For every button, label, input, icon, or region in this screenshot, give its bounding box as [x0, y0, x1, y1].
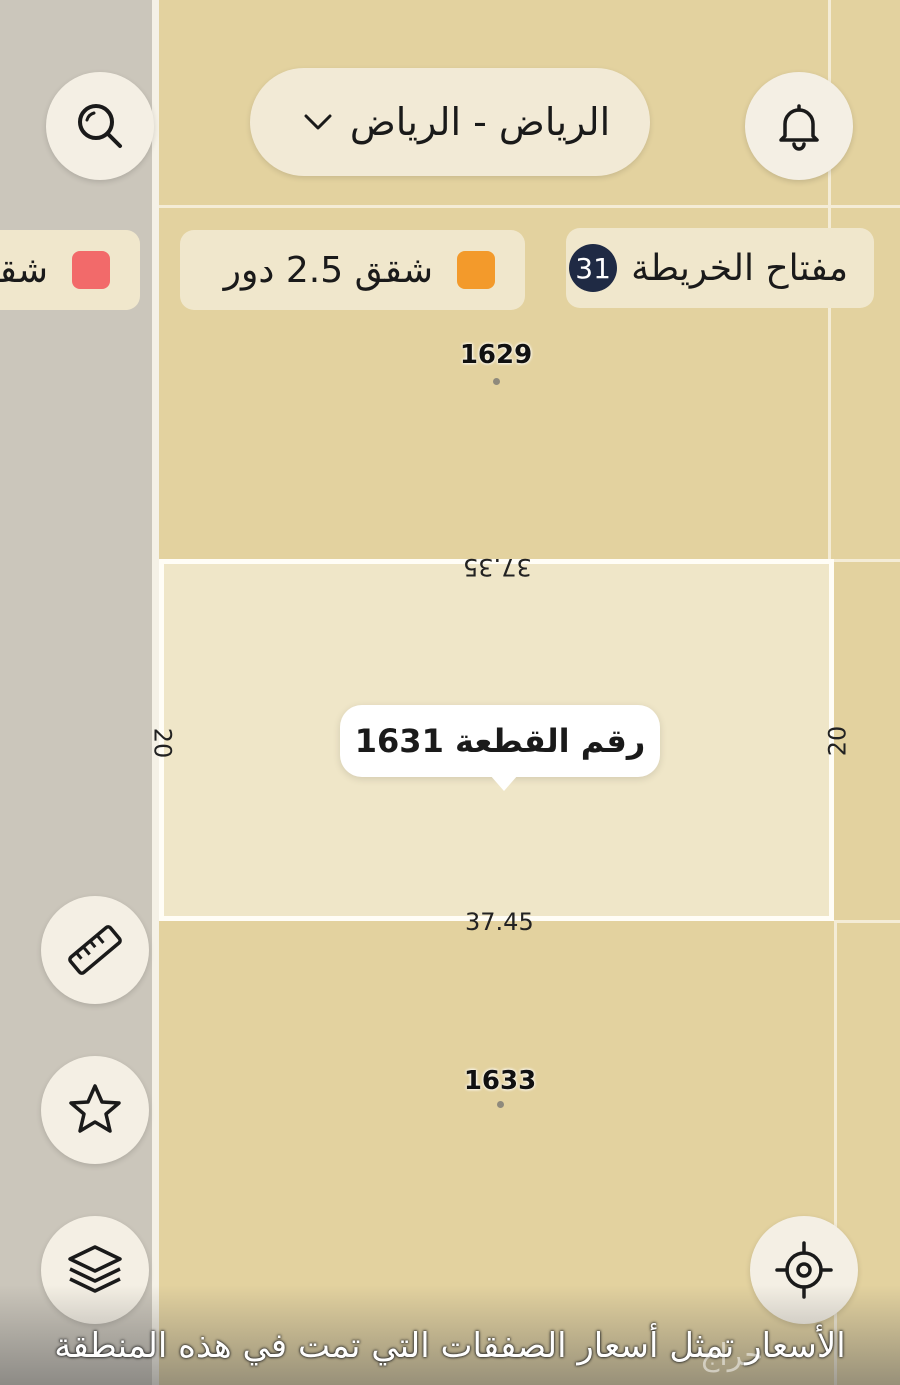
legend-swatch-red [72, 251, 110, 289]
chevron-down-icon [304, 114, 332, 130]
dimension-left: 20 [148, 727, 177, 759]
plot-centroid-dot [493, 378, 500, 385]
location-label: الرياض - الرياض [349, 100, 611, 144]
ruler-icon [68, 925, 122, 975]
search-icon [78, 104, 122, 148]
parcel-boundary [834, 920, 900, 923]
legend-chip-apartments-2-5[interactable]: شقق 2.5 دور [180, 230, 525, 310]
plot-number-label[interactable]: 1629 [460, 340, 532, 370]
parcel-boundary [834, 559, 900, 562]
dimension-right: 20 [823, 725, 852, 757]
bell-icon [779, 104, 819, 151]
dimension-top: 37.35 [463, 553, 532, 581]
map-key-count-badge: 31 [569, 244, 618, 292]
dimension-bottom: 37.45 [465, 908, 534, 936]
legend-chip-apartments[interactable]: شقق [0, 230, 140, 310]
legend-chip-label: شقق [0, 249, 48, 291]
plot-tooltip[interactable]: رقم القطعة 1631 [340, 705, 660, 777]
road-strip [0, 0, 158, 1385]
legend-swatch-orange [457, 251, 495, 289]
map-canvas[interactable]: 1629 1633 37.35 37.45 20 20 رقم القطعة 1… [0, 0, 900, 1385]
map-key-label: مفتاح الخريطة [631, 247, 848, 289]
plot-tooltip-text: رقم القطعة 1631 [354, 722, 646, 760]
parcel-boundary [159, 205, 900, 208]
search-button[interactable] [46, 72, 154, 180]
legend-chip-label: شقق 2.5 دور [223, 249, 433, 291]
plot-centroid-dot [497, 1101, 504, 1108]
map-key-chip[interactable]: مفتاح الخريطة 31 [566, 228, 874, 308]
road-edge [152, 0, 159, 1385]
location-selector[interactable]: الرياض - الرياض [250, 68, 650, 176]
favorites-button[interactable] [41, 1056, 149, 1164]
info-banner-text: الأسعار تمثل أسعار الصفقات التي تمت في ه… [54, 1326, 846, 1366]
plot-tooltip-tail [490, 775, 518, 791]
plot-number-label[interactable]: 1633 [464, 1066, 536, 1096]
measure-button[interactable] [41, 896, 149, 1004]
watermark-logo: حراج [700, 1338, 763, 1373]
notifications-button[interactable] [745, 72, 853, 180]
star-icon [69, 1084, 121, 1133]
